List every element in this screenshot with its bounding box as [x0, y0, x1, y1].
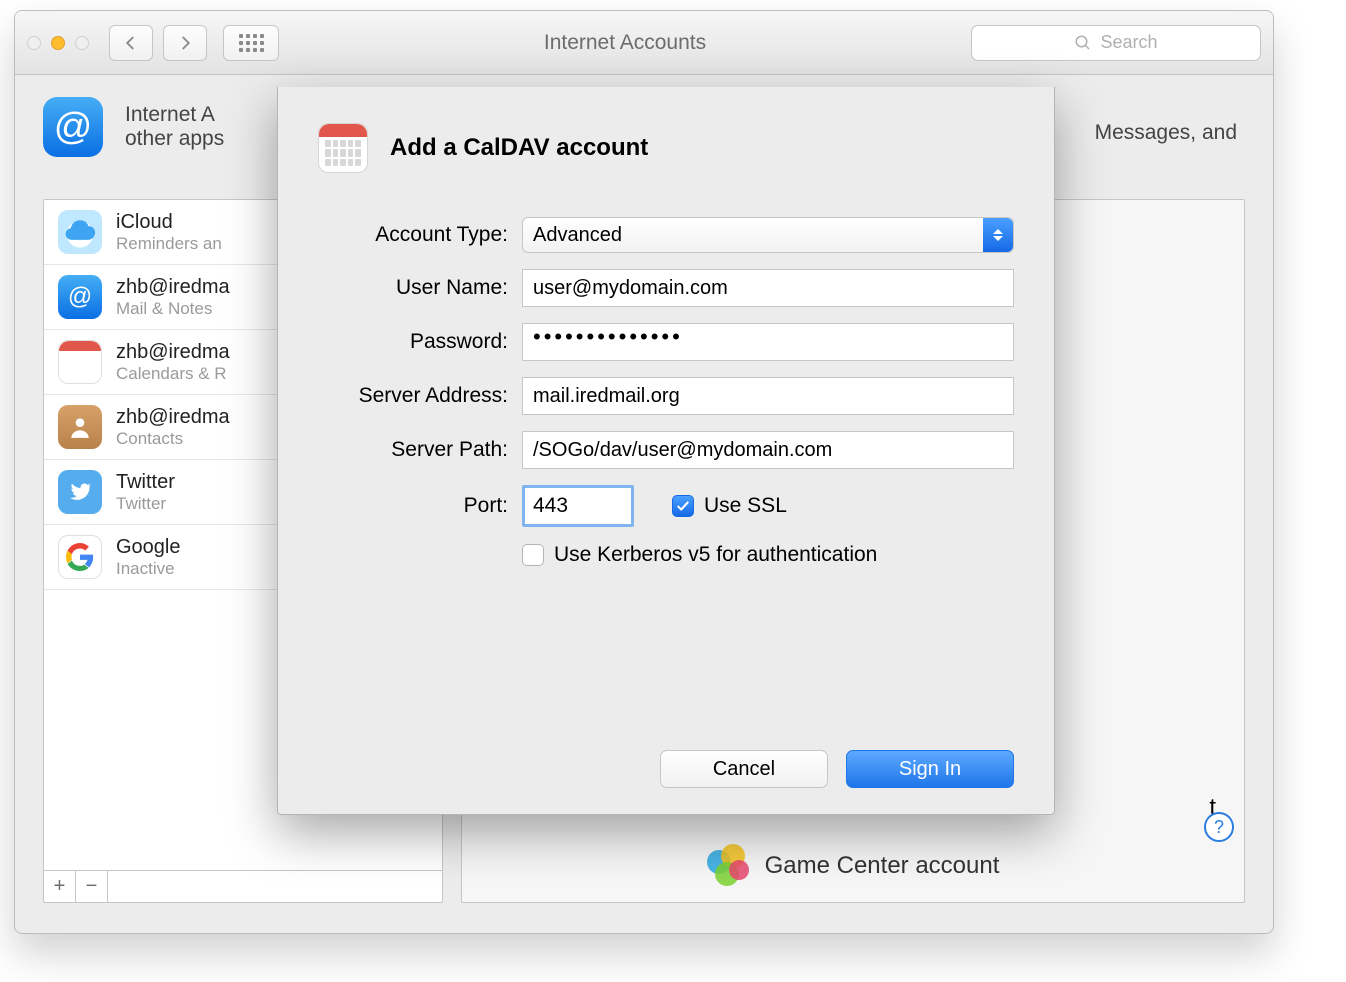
titlebar: Internet Accounts Search	[15, 11, 1273, 75]
server-path-input[interactable]	[522, 431, 1014, 469]
back-button[interactable]	[109, 25, 153, 61]
account-type-select[interactable]: Advanced	[522, 217, 1014, 253]
preferences-window: Internet Accounts Search @ Internet A ot…	[14, 10, 1274, 934]
calendar-icon	[318, 123, 368, 173]
modal-title: Add a CalDAV account	[390, 134, 648, 162]
add-caldav-sheet: Add a CalDAV account Account Type: Advan…	[277, 87, 1055, 815]
server-address-input[interactable]	[522, 377, 1014, 415]
password-input[interactable]: ••••••••••••••	[522, 323, 1014, 361]
chevron-updown-icon	[983, 218, 1013, 252]
account-sub: Inactive	[116, 559, 181, 579]
account-name: iCloud	[116, 211, 222, 234]
server-address-label: Server Address:	[318, 384, 508, 408]
game-center-label: Game Center account	[765, 852, 1000, 880]
forward-button[interactable]	[163, 25, 207, 61]
password-label: Password:	[318, 330, 508, 354]
grid-icon	[239, 34, 264, 52]
cancel-button[interactable]: Cancel	[660, 750, 828, 788]
window-controls	[27, 36, 89, 50]
account-name: zhb@iredma	[116, 276, 230, 299]
account-name: zhb@iredma	[116, 341, 230, 364]
remove-account-button[interactable]: −	[76, 871, 108, 903]
search-placeholder: Search	[1100, 32, 1157, 53]
minimize-window-button[interactable]	[51, 36, 65, 50]
search-field[interactable]: Search	[971, 25, 1261, 61]
kerberos-label: Use Kerberos v5 for authentication	[554, 543, 877, 567]
kerberos-checkbox[interactable]	[522, 544, 544, 566]
port-label: Port:	[318, 494, 508, 518]
account-name: Google	[116, 536, 181, 559]
window-title: Internet Accounts	[279, 31, 971, 55]
account-sub: Mail & Notes	[116, 299, 230, 319]
twitter-icon	[58, 470, 102, 514]
contacts-icon	[58, 405, 102, 449]
signin-button[interactable]: Sign In	[846, 750, 1014, 788]
user-name-input[interactable]	[522, 269, 1014, 307]
game-center-provider[interactable]: Game Center account	[462, 844, 1244, 888]
help-button[interactable]: ?	[1204, 812, 1234, 842]
account-type-label: Account Type:	[318, 223, 508, 247]
port-input[interactable]	[522, 485, 634, 527]
show-all-button[interactable]	[223, 25, 279, 61]
google-icon	[58, 535, 102, 579]
user-name-label: User Name:	[318, 276, 508, 300]
add-account-button[interactable]: +	[44, 871, 76, 903]
search-icon	[1074, 34, 1092, 52]
internet-accounts-icon: @	[43, 97, 103, 157]
calendar-icon	[58, 340, 102, 384]
server-path-label: Server Path:	[318, 438, 508, 462]
use-ssl-checkbox[interactable]	[672, 495, 694, 517]
account-sub: Twitter	[116, 494, 175, 514]
account-sub: Calendars & R	[116, 364, 230, 384]
account-name: zhb@iredma	[116, 406, 230, 429]
account-sub: Contacts	[116, 429, 230, 449]
game-center-icon	[707, 844, 751, 888]
page-description-right: Messages, and	[1095, 121, 1237, 145]
account-name: Twitter	[116, 471, 175, 494]
use-ssl-label: Use SSL	[704, 494, 787, 518]
account-sub: Reminders an	[116, 234, 222, 254]
account-type-value: Advanced	[533, 224, 622, 247]
zoom-window-button[interactable]	[75, 36, 89, 50]
mail-icon: @	[58, 275, 102, 319]
icloud-icon	[58, 210, 102, 254]
close-window-button[interactable]	[27, 36, 41, 50]
